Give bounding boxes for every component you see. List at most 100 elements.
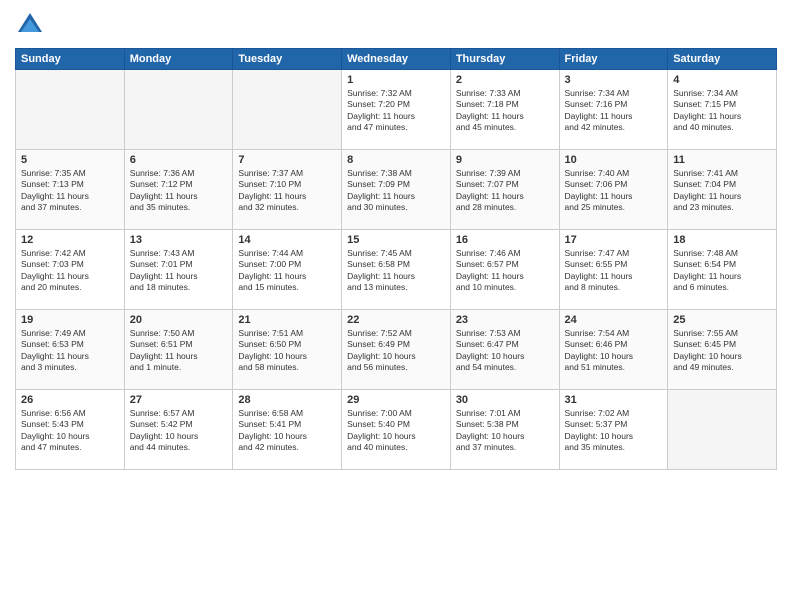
day-cell: 31 Sunrise: 7:02 AM Sunset: 5:37 PM Dayli… <box>559 390 668 470</box>
day-cell: 13 Sunrise: 7:43 AM Sunset: 7:01 PM Dayli… <box>124 230 233 310</box>
day-info: Sunrise: 7:34 AM Sunset: 7:15 PM Dayligh… <box>673 88 771 134</box>
day-cell: 27 Sunrise: 6:57 AM Sunset: 5:42 PM Dayli… <box>124 390 233 470</box>
day-cell: 23Sunrise: 7:53 AM Sunset: 6:47 PM Dayli… <box>450 310 559 390</box>
week-row-1: 1 Sunrise: 7:32 AM Sunset: 7:20 PM Daylig… <box>16 70 777 150</box>
day-info: Sunrise: 6:57 AM Sunset: 5:42 PM Dayligh… <box>130 408 228 454</box>
day-cell: 20Sunrise: 7:50 AM Sunset: 6:51 PM Dayli… <box>124 310 233 390</box>
day-cell: 25 Sunrise: 7:55 AM Sunset: 6:45 PM Dayli… <box>668 310 777 390</box>
day-number: 27 <box>130 394 228 406</box>
day-cell: 12 Sunrise: 7:42 AM Sunset: 7:03 PM Dayli… <box>16 230 125 310</box>
day-number: 17 <box>565 234 663 246</box>
day-cell: 21 Sunrise: 7:51 AM Sunset: 6:50 PM Dayli… <box>233 310 342 390</box>
day-number: 28 <box>238 394 336 406</box>
day-number: 18 <box>673 234 771 246</box>
day-cell: 26 Sunrise: 6:56 AM Sunset: 5:43 PM Dayli… <box>16 390 125 470</box>
day-cell: 5 Sunrise: 7:35 AM Sunset: 7:13 PM Daylig… <box>16 150 125 230</box>
day-cell: 24Sunrise: 7:54 AM Sunset: 6:46 PM Dayli… <box>559 310 668 390</box>
week-row-5: 26 Sunrise: 6:56 AM Sunset: 5:43 PM Dayli… <box>16 390 777 470</box>
day-cell: 11 Sunrise: 7:41 AM Sunset: 7:04 PM Dayli… <box>668 150 777 230</box>
day-info: Sunrise: 7:41 AM Sunset: 7:04 PM Dayligh… <box>673 168 771 214</box>
logo-icon <box>15 10 45 40</box>
day-cell: 6 Sunrise: 7:36 AM Sunset: 7:12 PM Daylig… <box>124 150 233 230</box>
day-info: Sunrise: 7:34 AM Sunset: 7:16 PM Dayligh… <box>565 88 663 134</box>
col-header-monday: Monday <box>124 49 233 70</box>
week-row-3: 12 Sunrise: 7:42 AM Sunset: 7:03 PM Dayli… <box>16 230 777 310</box>
day-number: 20 <box>130 314 228 326</box>
day-number: 16 <box>456 234 554 246</box>
col-header-tuesday: Tuesday <box>233 49 342 70</box>
day-info: Sunrise: 6:58 AM Sunset: 5:41 PM Dayligh… <box>238 408 336 454</box>
day-info: Sunrise: 7:00 AM Sunset: 5:40 PM Dayligh… <box>347 408 445 454</box>
day-cell: 8 Sunrise: 7:38 AM Sunset: 7:09 PM Daylig… <box>342 150 451 230</box>
day-info: Sunrise: 7:55 AM Sunset: 6:45 PM Dayligh… <box>673 328 771 374</box>
day-number: 5 <box>21 154 119 166</box>
day-info: Sunrise: 7:46 AM Sunset: 6:57 PM Dayligh… <box>456 248 554 294</box>
day-info: Sunrise: 7:45 AM Sunset: 6:58 PM Dayligh… <box>347 248 445 294</box>
day-info: Sunrise: 6:56 AM Sunset: 5:43 PM Dayligh… <box>21 408 119 454</box>
day-info: Sunrise: 7:43 AM Sunset: 7:01 PM Dayligh… <box>130 248 228 294</box>
day-number: 13 <box>130 234 228 246</box>
day-cell <box>16 70 125 150</box>
day-cell: 14Sunrise: 7:44 AM Sunset: 7:00 PM Dayli… <box>233 230 342 310</box>
day-cell: 15 Sunrise: 7:45 AM Sunset: 6:58 PM Dayli… <box>342 230 451 310</box>
day-info: Sunrise: 7:53 AM Sunset: 6:47 PM Dayligh… <box>456 328 554 374</box>
day-info: Sunrise: 7:32 AM Sunset: 7:20 PM Dayligh… <box>347 88 445 134</box>
day-cell: 2 Sunrise: 7:33 AM Sunset: 7:18 PM Daylig… <box>450 70 559 150</box>
day-info: Sunrise: 7:52 AM Sunset: 6:49 PM Dayligh… <box>347 328 445 374</box>
day-number: 26 <box>21 394 119 406</box>
day-number: 15 <box>347 234 445 246</box>
day-number: 12 <box>21 234 119 246</box>
day-info: Sunrise: 7:35 AM Sunset: 7:13 PM Dayligh… <box>21 168 119 214</box>
day-number: 30 <box>456 394 554 406</box>
header <box>15 10 777 40</box>
day-info: Sunrise: 7:49 AM Sunset: 6:53 PM Dayligh… <box>21 328 119 374</box>
day-info: Sunrise: 7:44 AM Sunset: 7:00 PM Dayligh… <box>238 248 336 294</box>
day-cell: 1 Sunrise: 7:32 AM Sunset: 7:20 PM Daylig… <box>342 70 451 150</box>
day-cell: 29 Sunrise: 7:00 AM Sunset: 5:40 PM Dayli… <box>342 390 451 470</box>
day-number: 10 <box>565 154 663 166</box>
day-number: 31 <box>565 394 663 406</box>
day-info: Sunrise: 7:38 AM Sunset: 7:09 PM Dayligh… <box>347 168 445 214</box>
day-cell: 17 Sunrise: 7:47 AM Sunset: 6:55 PM Dayli… <box>559 230 668 310</box>
day-cell: 9 Sunrise: 7:39 AM Sunset: 7:07 PM Daylig… <box>450 150 559 230</box>
day-cell: 4 Sunrise: 7:34 AM Sunset: 7:15 PM Daylig… <box>668 70 777 150</box>
day-cell: 18 Sunrise: 7:48 AM Sunset: 6:54 PM Dayli… <box>668 230 777 310</box>
day-info: Sunrise: 7:54 AM Sunset: 6:46 PM Dayligh… <box>565 328 663 374</box>
page: SundayMondayTuesdayWednesdayThursdayFrid… <box>0 0 792 612</box>
day-number: 8 <box>347 154 445 166</box>
day-info: Sunrise: 7:33 AM Sunset: 7:18 PM Dayligh… <box>456 88 554 134</box>
header-row: SundayMondayTuesdayWednesdayThursdayFrid… <box>16 49 777 70</box>
day-info: Sunrise: 7:42 AM Sunset: 7:03 PM Dayligh… <box>21 248 119 294</box>
day-number: 25 <box>673 314 771 326</box>
day-info: Sunrise: 7:48 AM Sunset: 6:54 PM Dayligh… <box>673 248 771 294</box>
day-number: 4 <box>673 74 771 86</box>
day-number: 11 <box>673 154 771 166</box>
col-header-wednesday: Wednesday <box>342 49 451 70</box>
day-cell: 16 Sunrise: 7:46 AM Sunset: 6:57 PM Dayli… <box>450 230 559 310</box>
day-cell <box>233 70 342 150</box>
day-number: 6 <box>130 154 228 166</box>
col-header-friday: Friday <box>559 49 668 70</box>
day-info: Sunrise: 7:02 AM Sunset: 5:37 PM Dayligh… <box>565 408 663 454</box>
week-row-2: 5 Sunrise: 7:35 AM Sunset: 7:13 PM Daylig… <box>16 150 777 230</box>
day-cell: 19Sunrise: 7:49 AM Sunset: 6:53 PM Dayli… <box>16 310 125 390</box>
day-info: Sunrise: 7:47 AM Sunset: 6:55 PM Dayligh… <box>565 248 663 294</box>
day-number: 29 <box>347 394 445 406</box>
day-cell: 30 Sunrise: 7:01 AM Sunset: 5:38 PM Dayli… <box>450 390 559 470</box>
col-header-thursday: Thursday <box>450 49 559 70</box>
day-cell: 7Sunrise: 7:37 AM Sunset: 7:10 PM Daylig… <box>233 150 342 230</box>
day-info: Sunrise: 7:51 AM Sunset: 6:50 PM Dayligh… <box>238 328 336 374</box>
col-header-sunday: Sunday <box>16 49 125 70</box>
day-number: 21 <box>238 314 336 326</box>
day-cell: 22Sunrise: 7:52 AM Sunset: 6:49 PM Dayli… <box>342 310 451 390</box>
day-number: 9 <box>456 154 554 166</box>
day-info: Sunrise: 7:01 AM Sunset: 5:38 PM Dayligh… <box>456 408 554 454</box>
day-number: 2 <box>456 74 554 86</box>
day-info: Sunrise: 7:40 AM Sunset: 7:06 PM Dayligh… <box>565 168 663 214</box>
day-number: 1 <box>347 74 445 86</box>
day-info: Sunrise: 7:39 AM Sunset: 7:07 PM Dayligh… <box>456 168 554 214</box>
week-row-4: 19Sunrise: 7:49 AM Sunset: 6:53 PM Dayli… <box>16 310 777 390</box>
logo <box>15 10 49 40</box>
day-info: Sunrise: 7:36 AM Sunset: 7:12 PM Dayligh… <box>130 168 228 214</box>
day-cell <box>668 390 777 470</box>
